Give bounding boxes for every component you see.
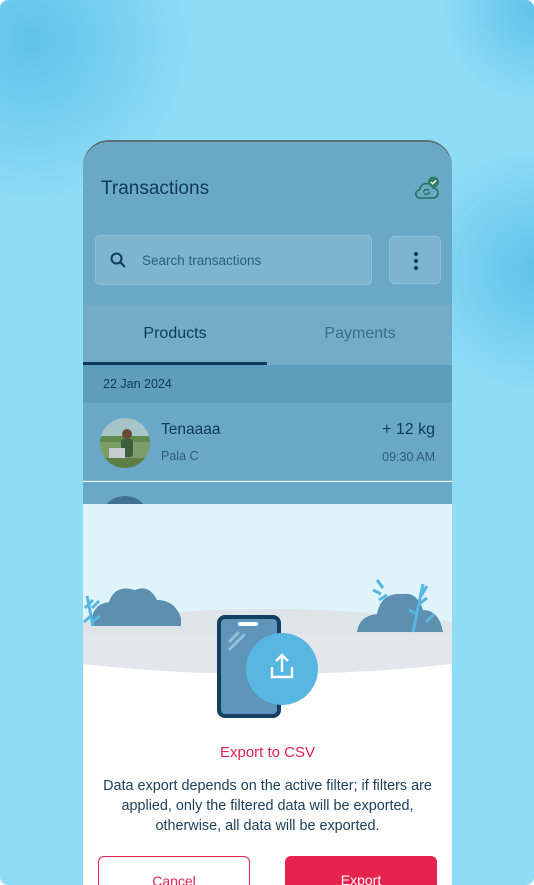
dialog-description: Data export depends on the active filter…: [103, 778, 432, 834]
item-name: Tenaaaa: [161, 421, 221, 438]
dialog-title: Export to CSV: [219, 744, 316, 761]
tab-payments[interactable]: Payments: [268, 305, 452, 365]
search-placeholder: Search transactions: [142, 253, 262, 268]
transaction-list-item-partial[interactable]: [83, 482, 452, 504]
tab-products[interactable]: Products: [83, 305, 267, 365]
export-button[interactable]: Export: [285, 856, 437, 885]
cancel-button[interactable]: Cancel: [98, 856, 250, 885]
transactions-screen-dimmed: Transactions Search transactions Product…: [83, 142, 452, 504]
tab-bar: Products Payments: [83, 305, 452, 365]
export-bottom-sheet: Export to CSV Data export depends on the…: [83, 504, 452, 885]
phone-screen: Transactions Search transactions Product…: [83, 142, 452, 885]
page-title: Transactions: [101, 178, 210, 199]
phone-upload-illustration: [83, 504, 452, 729]
more-vertical-icon: [414, 252, 418, 256]
search-input[interactable]: Search transactions: [95, 235, 372, 285]
cloud-sync-check-icon[interactable]: [414, 176, 440, 202]
date-section-header: 22 Jan 2024: [83, 365, 452, 403]
avatar: [100, 496, 150, 504]
search-icon: [110, 252, 126, 268]
avatar: [100, 418, 150, 468]
item-quantity: + 12 kg: [382, 421, 435, 438]
app-header: Transactions Search transactions: [83, 142, 452, 305]
more-options-button[interactable]: [389, 236, 441, 284]
item-time: 09:30 AM: [382, 450, 435, 464]
transaction-list-item[interactable]: Tenaaaa Pala C + 12 kg 09:30 AM: [83, 403, 452, 481]
date-header-text: 22 Jan 2024: [103, 377, 172, 391]
item-subtitle: Pala C: [161, 449, 199, 463]
